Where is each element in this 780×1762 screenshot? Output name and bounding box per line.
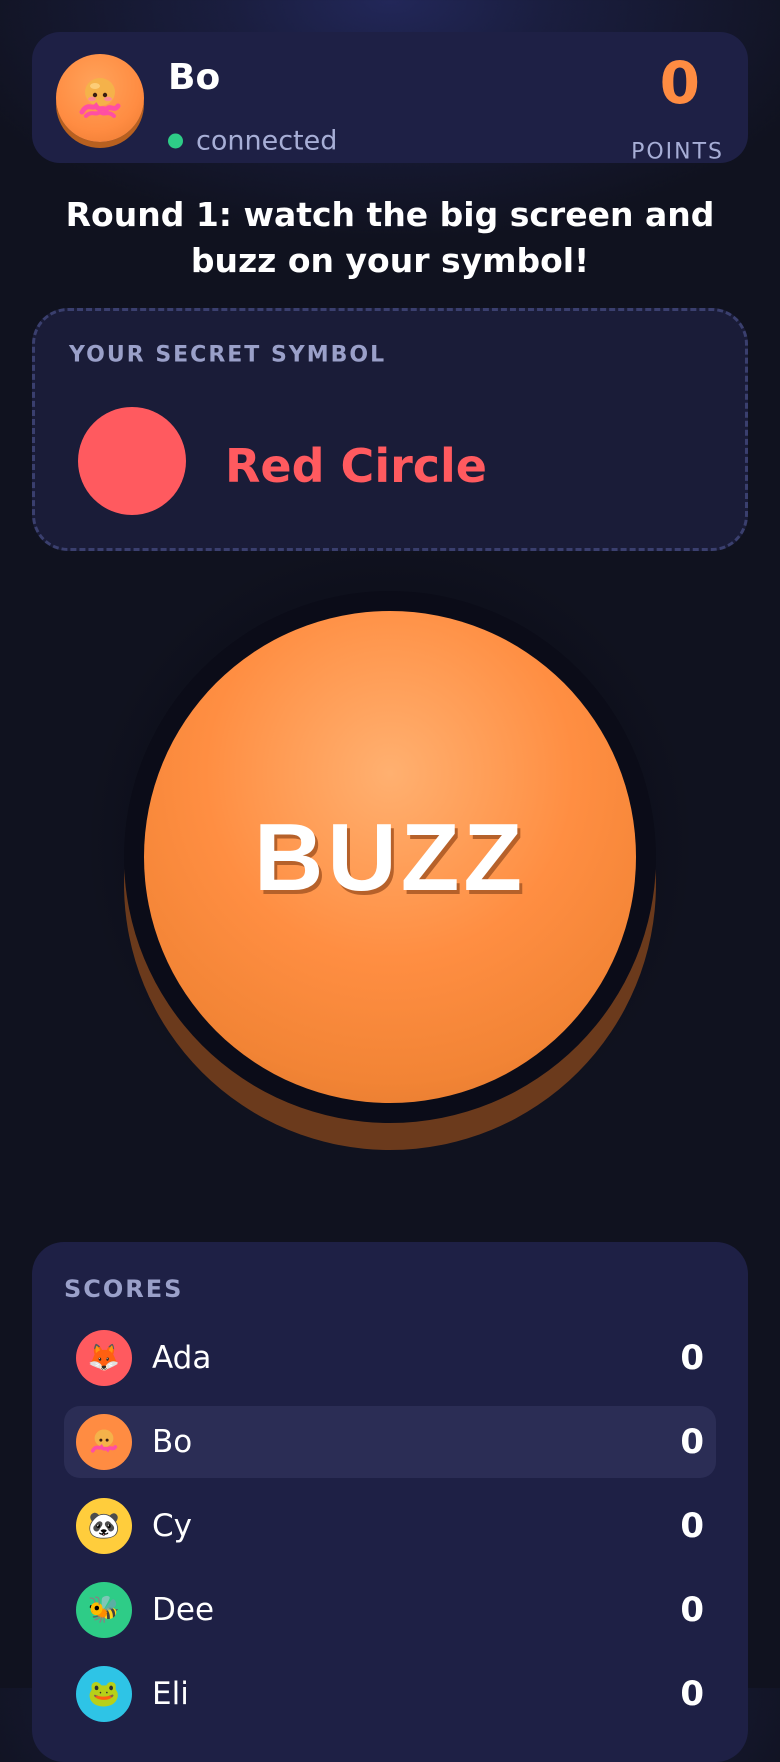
score-name: Bo	[152, 1424, 193, 1460]
secret-symbol-title: YOUR SECRET SYMBOL	[69, 342, 387, 368]
score-points: 0	[680, 1506, 704, 1546]
fox-icon: 🦊	[76, 1330, 132, 1386]
status-dot-icon	[168, 133, 183, 149]
buzz-label: BUZZ	[254, 804, 526, 911]
panda-icon: 🐼	[76, 1498, 132, 1554]
scores-card: SCORES 🦊 Ada 0 Bo 0 🐼 Cy 0 🐝 Dee 0 🐸 Eli…	[32, 1242, 748, 1762]
bee-icon: 🐝	[76, 1582, 132, 1638]
player-card: Bo connected 0 POINTS	[32, 32, 748, 165]
status-text: connected	[196, 125, 338, 157]
score-row-bo: Bo 0	[64, 1406, 716, 1478]
round-instruction: Round 1: watch the big screen and buzz o…	[65, 195, 715, 280]
score-row-dee: 🐝 Dee 0	[64, 1574, 716, 1646]
score-row-ada: 🦊 Ada 0	[64, 1322, 716, 1394]
score-row-cy: 🐼 Cy 0	[64, 1490, 716, 1562]
secret-symbol-card: YOUR SECRET SYMBOL Red Circle	[32, 308, 748, 551]
score-points: 0	[680, 1674, 704, 1714]
octopus-icon	[56, 54, 144, 142]
score-name: Eli	[152, 1676, 189, 1712]
score-name: Cy	[152, 1508, 192, 1544]
score-points: 0	[680, 1422, 704, 1462]
score-name: Ada	[152, 1340, 212, 1376]
points-label: POINTS	[631, 139, 724, 165]
player-name: Bo	[168, 57, 221, 98]
red-circle-icon	[78, 407, 186, 515]
score-points: 0	[680, 1590, 704, 1630]
points-value: 0	[659, 49, 700, 117]
connection-status: connected	[168, 126, 337, 157]
buzz-button[interactable]: BUZZ	[144, 611, 636, 1103]
animal-icon: 🐸	[76, 1666, 132, 1722]
score-row-eli: 🐸 Eli 0	[64, 1658, 716, 1730]
secret-symbol-name: Red Circle	[225, 439, 488, 493]
score-name: Dee	[152, 1592, 215, 1628]
octopus-icon	[76, 1414, 132, 1470]
scores-title: SCORES	[64, 1275, 184, 1303]
score-points: 0	[680, 1338, 704, 1378]
